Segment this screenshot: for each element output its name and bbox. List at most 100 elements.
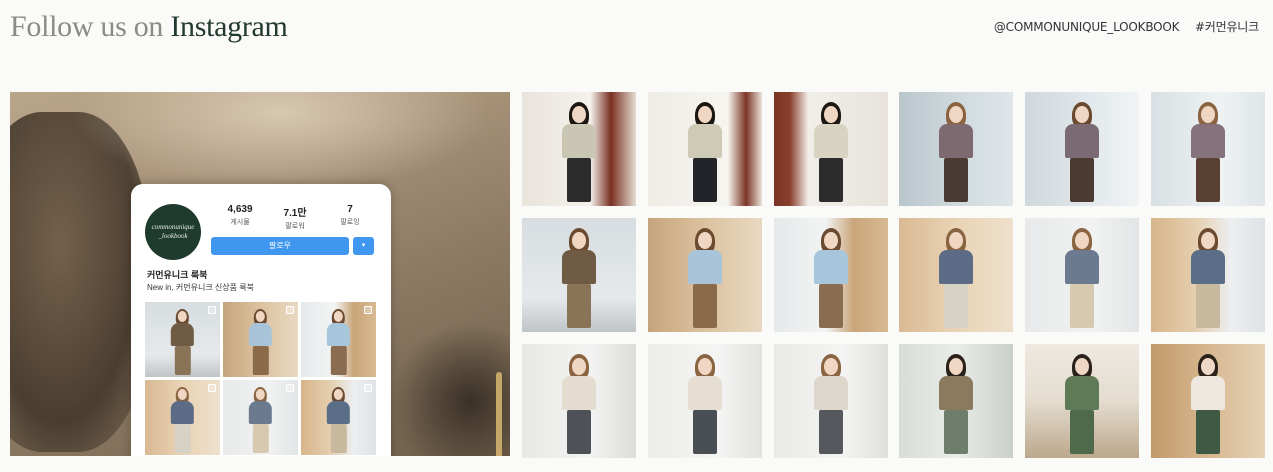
model-face xyxy=(572,358,586,375)
model-figure xyxy=(559,228,599,332)
stat-label: 게시물 xyxy=(230,219,250,226)
photo-detail xyxy=(496,372,502,456)
profile-photo xyxy=(223,380,298,455)
chevron-down-icon[interactable]: ▾ xyxy=(353,237,374,255)
instagram-photo[interactable] xyxy=(899,218,1014,332)
multi-photo-icon xyxy=(208,306,216,314)
instagram-photo[interactable] xyxy=(899,344,1014,458)
title-prefix: Follow us on xyxy=(10,10,164,43)
model-top xyxy=(327,401,350,424)
model-figure xyxy=(936,102,976,206)
instagram-photo[interactable] xyxy=(1025,218,1140,332)
model-figure xyxy=(247,308,273,377)
model-bottom xyxy=(1070,410,1095,454)
section-title: Follow us on Instagram xyxy=(10,8,288,46)
instagram-photo[interactable] xyxy=(773,218,888,332)
instagram-photo[interactable] xyxy=(773,344,888,458)
model-bottom xyxy=(1195,410,1220,454)
model-face xyxy=(949,232,964,249)
instagram-photo[interactable] xyxy=(647,344,762,458)
model-face xyxy=(949,358,964,375)
model-bottom xyxy=(1195,284,1220,328)
model-face xyxy=(572,106,586,123)
instagram-photo[interactable] xyxy=(522,344,636,458)
model-face xyxy=(177,389,188,401)
multi-photo-icon xyxy=(286,306,294,314)
model-figure xyxy=(811,228,851,332)
instagram-photo[interactable] xyxy=(1150,344,1265,458)
avatar-text: _lookbook xyxy=(158,232,188,240)
model-face xyxy=(823,232,838,249)
multi-photo-icon xyxy=(286,384,294,392)
model-top xyxy=(939,124,974,158)
instagram-photo[interactable] xyxy=(773,92,888,206)
model-figure xyxy=(1188,228,1228,332)
model-figure xyxy=(169,308,195,377)
stat-label: 팔로잉 xyxy=(340,219,360,226)
profile-bio: New in, 커먼유니크 신상품 룩북 xyxy=(147,283,254,292)
profile-name: 커먼유니크 룩북 xyxy=(147,270,208,280)
instagram-photo[interactable] xyxy=(1025,344,1140,458)
profile-photo xyxy=(301,380,376,455)
profile-photo xyxy=(145,380,220,455)
hashtag-link[interactable]: #커먼유니크 xyxy=(1195,20,1259,34)
model-bottom xyxy=(1070,158,1095,202)
model-top xyxy=(687,124,722,158)
model-top xyxy=(687,250,722,284)
model-bottom xyxy=(567,410,591,454)
model-figure xyxy=(685,354,725,458)
multi-photo-icon xyxy=(208,384,216,392)
instagram-photo[interactable] xyxy=(1150,92,1265,206)
profile-photo xyxy=(301,302,376,377)
model-bottom xyxy=(252,345,269,375)
profile-photo-grid xyxy=(145,302,377,455)
model-bottom xyxy=(567,158,591,202)
model-figure xyxy=(1188,354,1228,458)
featured-photo[interactable]: commonunique _lookbook 4,639 게시물 7.1만 팔로… xyxy=(10,92,510,456)
model-bottom xyxy=(944,158,969,202)
stat-followers: 7.1만 팔로워 xyxy=(270,204,320,231)
model-top xyxy=(562,124,596,158)
model-face xyxy=(823,358,838,375)
follow-button[interactable]: 팔로우 xyxy=(211,237,349,255)
model-bottom xyxy=(692,410,717,454)
profile-photo xyxy=(223,302,298,377)
model-figure xyxy=(811,102,851,206)
model-bottom xyxy=(818,284,843,328)
instagram-profile-card: commonunique _lookbook 4,639 게시물 7.1만 팔로… xyxy=(131,184,391,456)
model-figure xyxy=(325,308,351,377)
model-bottom xyxy=(330,423,347,453)
instagram-photo[interactable] xyxy=(522,92,636,206)
model-top xyxy=(1190,376,1225,410)
model-bottom xyxy=(252,423,269,453)
model-face xyxy=(1200,232,1215,249)
stat-value: 7 xyxy=(347,204,353,215)
model-bottom xyxy=(174,423,191,453)
model-face xyxy=(177,311,188,323)
model-face xyxy=(1075,358,1090,375)
model-figure xyxy=(325,386,351,455)
instagram-photo-grid xyxy=(522,92,1265,458)
model-top xyxy=(939,376,974,410)
instagram-handle-link[interactable]: @COMMONUNIQUE_LOOKBOOK xyxy=(994,20,1180,34)
model-figure xyxy=(1062,228,1102,332)
section-header: Follow us on Instagram @COMMONUNIQUE_LOO… xyxy=(10,8,1263,48)
instagram-photo[interactable] xyxy=(1150,218,1265,332)
instagram-photo[interactable] xyxy=(522,218,636,332)
model-figure xyxy=(811,354,851,458)
model-bottom xyxy=(567,284,591,328)
model-face xyxy=(697,106,712,123)
model-face xyxy=(697,358,712,375)
instagram-photo[interactable] xyxy=(1025,92,1140,206)
model-figure xyxy=(169,386,195,455)
avatar: commonunique _lookbook xyxy=(145,204,201,260)
stat-following: 7 팔로잉 xyxy=(325,204,375,231)
stat-value: 4,639 xyxy=(227,204,253,215)
instagram-photo[interactable] xyxy=(899,92,1014,206)
model-top xyxy=(813,250,848,284)
model-bottom xyxy=(944,284,969,328)
instagram-photo[interactable] xyxy=(647,92,762,206)
instagram-photo[interactable] xyxy=(647,218,762,332)
multi-photo-icon xyxy=(364,384,372,392)
model-bottom xyxy=(818,158,843,202)
